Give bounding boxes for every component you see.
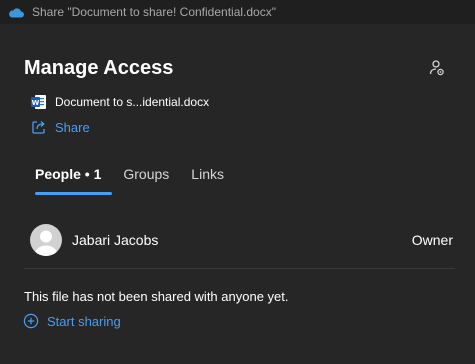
access-tabs: People • 1 Groups Links [24, 163, 235, 197]
start-sharing-label: Start sharing [47, 313, 121, 329]
start-sharing-button[interactable]: Start sharing [23, 313, 121, 329]
avatar [30, 224, 62, 256]
page-title: Manage Access [24, 57, 174, 79]
tab-people[interactable]: People • 1 [24, 163, 113, 195]
file-info: W Document to s...idential.docx [31, 94, 209, 110]
window-titlebar: Share "Document to share! Confidential.d… [0, 0, 475, 24]
divider [24, 268, 455, 269]
person-settings-icon[interactable] [427, 58, 447, 78]
file-name: Document to s...idential.docx [55, 95, 210, 109]
onedrive-cloud-icon [8, 6, 24, 18]
tab-groups[interactable]: Groups [112, 163, 180, 195]
share-button[interactable]: Share [31, 119, 90, 135]
svg-text:W: W [32, 99, 40, 107]
list-item[interactable]: Jabari Jacobs Owner [30, 222, 455, 258]
person-role: Owner [411, 232, 453, 248]
window-title: Share "Document to share! Confidential.d… [32, 5, 276, 19]
person-name: Jabari Jacobs [72, 232, 159, 248]
empty-state-message: This file has not been shared with anyon… [24, 289, 289, 304]
share-label: Share [55, 119, 90, 135]
tab-links[interactable]: Links [180, 163, 235, 195]
word-document-icon: W [31, 94, 47, 110]
share-icon [31, 119, 47, 135]
add-circle-icon [23, 313, 39, 329]
